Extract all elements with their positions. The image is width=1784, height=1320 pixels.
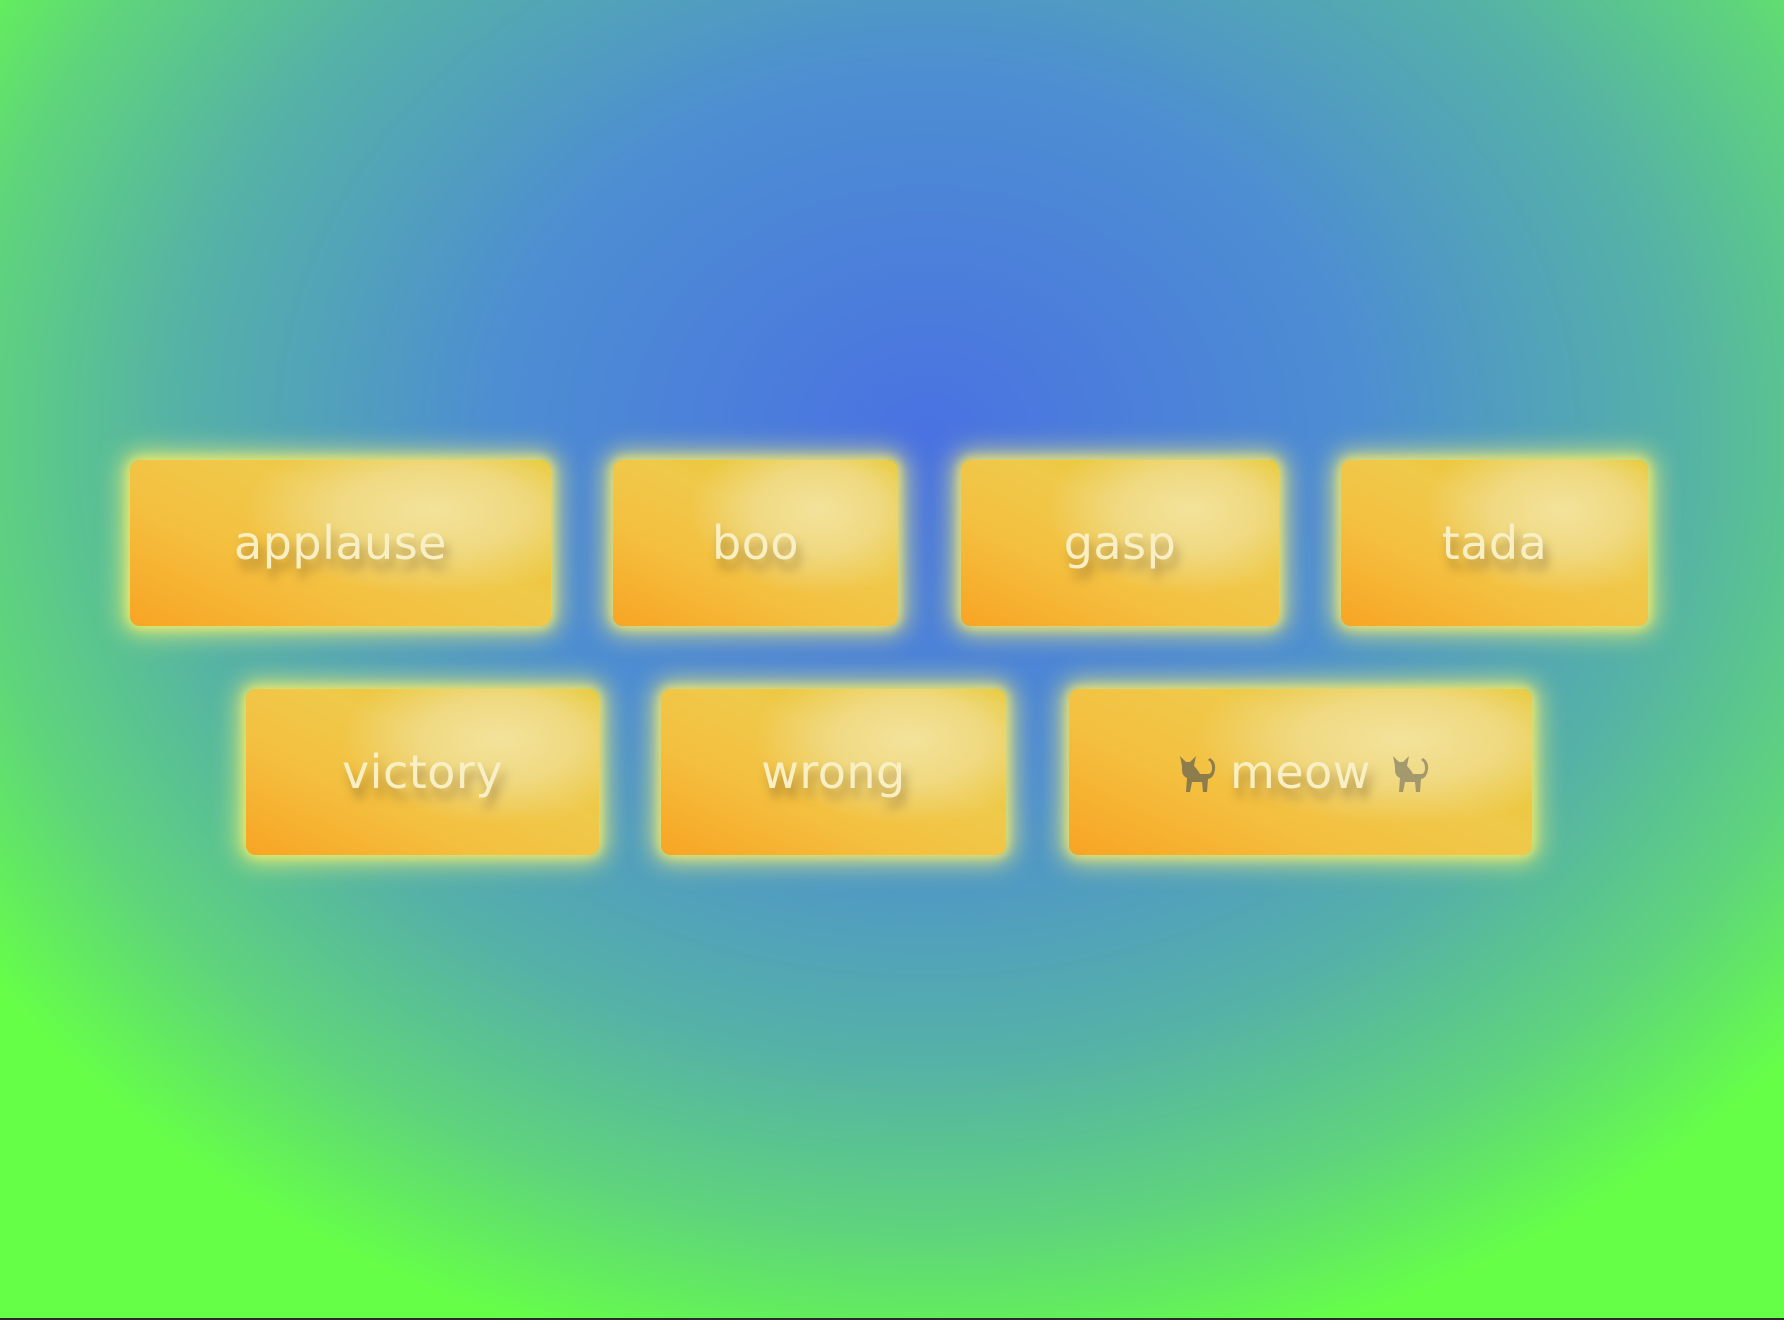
applause-button-label: applause [234,516,447,570]
wrong-button[interactable]: wrong [661,689,1006,855]
wrong-button-label: wrong [761,745,906,799]
gasp-button-label: gasp [1063,516,1177,570]
button-row-2: victory wrong meow [0,689,1784,855]
cat-icon [1180,756,1216,792]
victory-button[interactable]: victory [246,689,599,855]
boo-button-label: boo [712,516,799,570]
gasp-button[interactable]: gasp [961,460,1279,626]
tada-button[interactable]: tada [1341,460,1648,626]
cat-icon [1392,756,1429,792]
button-row-1: applause boo gasp tada [0,460,1784,626]
victory-button-label: victory [341,745,504,799]
meow-button-label: meow [1230,745,1371,799]
meow-button[interactable]: meow [1069,689,1532,855]
boo-button[interactable]: boo [613,460,898,626]
tada-button-label: tada [1441,516,1548,570]
applause-button[interactable]: applause [130,460,551,626]
meow-button-content: meow [1170,745,1431,799]
